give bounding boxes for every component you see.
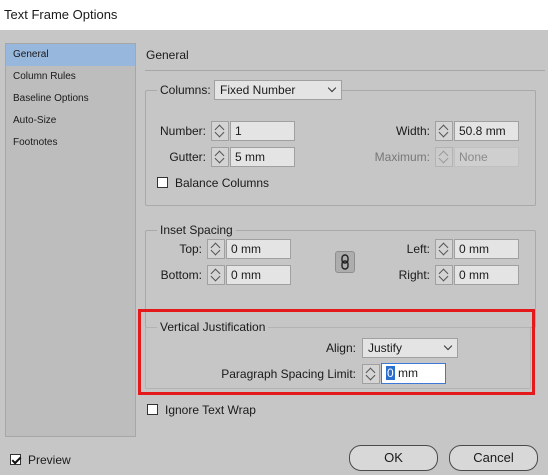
inset-spacing-legend: Inset Spacing — [157, 223, 236, 237]
columns-label: Columns: — [157, 83, 214, 97]
maximum-stepper — [435, 147, 453, 167]
width-field[interactable]: 50.8 mm — [454, 121, 519, 141]
sidebar-item-baseline-options[interactable]: Baseline Options — [6, 88, 135, 110]
inset-bottom-field[interactable]: 0 mm — [226, 265, 291, 285]
columns-type-value: Fixed Number — [220, 83, 296, 97]
chain-link-icon — [341, 254, 349, 270]
inset-right-stepper[interactable] — [435, 265, 453, 285]
text-frame-options-dialog: General Column Rules Baseline Options Au… — [0, 30, 548, 475]
sidebar-item-footnotes[interactable]: Footnotes — [6, 132, 135, 154]
balance-columns-label: Balance Columns — [175, 176, 270, 190]
gutter-stepper[interactable] — [211, 147, 229, 167]
sidebar-item-auto-size[interactable]: Auto-Size — [6, 110, 135, 132]
window-titlebar: Text Frame Options — [0, 0, 548, 30]
inset-top-field[interactable]: 0 mm — [226, 239, 291, 259]
gutter-field[interactable]: 5 mm — [230, 147, 295, 167]
width-stepper[interactable] — [435, 121, 453, 141]
number-label: Number: — [159, 124, 206, 138]
ignore-text-wrap-label: Ignore Text Wrap — [165, 403, 256, 417]
sidebar: General Column Rules Baseline Options Au… — [5, 43, 136, 437]
inset-left-label: Left: — [406, 242, 430, 256]
inset-left-field[interactable]: 0 mm — [454, 239, 519, 259]
preview-checkbox[interactable] — [10, 454, 21, 465]
sidebar-item-general[interactable]: General — [6, 44, 135, 66]
width-label: Width: — [395, 124, 430, 138]
inset-bottom-stepper[interactable] — [207, 265, 225, 285]
number-field[interactable]: 1 — [230, 121, 295, 141]
window-title: Text Frame Options — [4, 7, 118, 22]
maximum-field: None — [454, 147, 519, 167]
gutter-label: Gutter: — [169, 150, 206, 164]
number-stepper[interactable] — [211, 121, 229, 141]
cancel-button[interactable]: Cancel — [449, 445, 538, 471]
ignore-text-wrap-checkbox[interactable] — [147, 404, 158, 415]
inset-right-field[interactable]: 0 mm — [454, 265, 519, 285]
inset-right-label: Right: — [398, 268, 430, 282]
inset-left-stepper[interactable] — [435, 239, 453, 259]
ok-button[interactable]: OK — [349, 445, 438, 471]
balance-columns-checkbox[interactable] — [157, 177, 168, 188]
chevron-down-icon — [327, 83, 337, 93]
sidebar-item-column-rules[interactable]: Column Rules — [6, 66, 135, 88]
annotation-highlight-box — [138, 309, 535, 395]
preview-label: Preview — [28, 453, 71, 467]
page-title: General — [146, 48, 189, 62]
columns-type-select[interactable]: Fixed Number — [214, 80, 342, 100]
inset-top-stepper[interactable] — [207, 239, 225, 259]
link-chain-button[interactable] — [335, 251, 355, 273]
inset-top-label: Top: — [179, 242, 202, 256]
maximum-label: Maximum: — [374, 150, 430, 164]
title-divider — [145, 70, 545, 71]
inset-bottom-label: Bottom: — [160, 268, 202, 282]
